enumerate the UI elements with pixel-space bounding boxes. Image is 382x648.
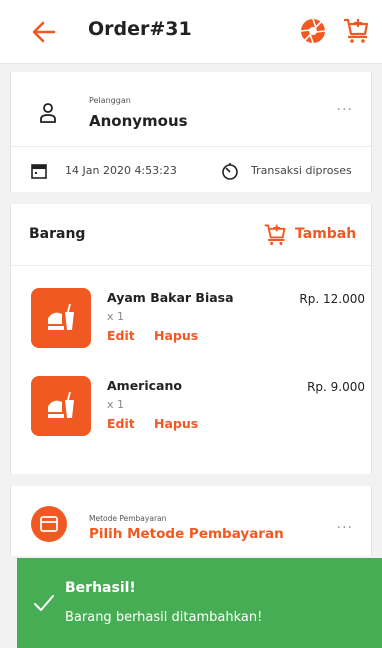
cart-add-icon[interactable] (342, 16, 370, 44)
order-item: Ayam Bakar Biasa x 1 Edit Hapus Rp. 12.0… (11, 288, 371, 358)
item-name: Ayam Bakar Biasa (107, 290, 234, 305)
page-title: Order#31 (88, 18, 192, 40)
payment-card-icon (31, 506, 67, 542)
customer-name: Anonymous (89, 112, 188, 130)
customer-card: Pelanggan Anonymous ... 14 Jan 2020 4:53… (10, 72, 372, 192)
customer-more-button[interactable]: ... (337, 98, 353, 114)
person-icon (40, 103, 56, 123)
calendar-icon (31, 164, 47, 179)
delete-item-button[interactable]: Hapus (154, 328, 198, 343)
item-price: Rp. 12.000 (299, 292, 365, 306)
top-bar: Order#31 (0, 0, 382, 64)
item-price: Rp. 9.000 (307, 380, 365, 394)
cart-add-icon (264, 224, 286, 245)
edit-item-button[interactable]: Edit (107, 416, 135, 431)
aperture-icon[interactable] (300, 18, 326, 44)
items-card: Barang Tambah Ayam Bakar Biasa x 1 Edit … (10, 204, 372, 474)
payment-more-button[interactable]: ... (337, 516, 353, 532)
order-status: Transaksi diproses (251, 164, 352, 177)
items-header: Barang Tambah (11, 204, 371, 266)
item-name: Americano (107, 378, 182, 393)
payment-method-card[interactable]: Metode Pembayaran Pilih Metode Pembayara… (10, 486, 372, 556)
order-item: Americano x 1 Edit Hapus Rp. 9.000 (11, 376, 371, 446)
success-toast: Berhasil! Barang berhasil ditambahkan! (17, 558, 382, 648)
food-icon (31, 376, 91, 436)
toast-title: Berhasil! (65, 580, 136, 596)
toast-message: Barang berhasil ditambahkan! (65, 610, 263, 625)
add-item-button[interactable]: Tambah (263, 218, 356, 250)
payment-method-select[interactable]: Pilih Metode Pembayaran (89, 526, 284, 542)
add-item-label: Tambah (295, 226, 357, 242)
items-title: Barang (29, 226, 86, 242)
payment-method-label: Metode Pembayaran (89, 514, 167, 523)
timer-icon (222, 163, 238, 180)
customer-label: Pelanggan (89, 96, 131, 105)
edit-item-button[interactable]: Edit (107, 328, 135, 343)
food-icon (31, 288, 91, 348)
back-arrow-icon[interactable] (30, 18, 58, 46)
divider (11, 146, 371, 147)
delete-item-button[interactable]: Hapus (154, 416, 198, 431)
check-icon (34, 595, 54, 611)
order-date: 14 Jan 2020 4:53:23 (65, 164, 177, 177)
item-qty: x 1 (107, 310, 125, 323)
item-qty: x 1 (107, 398, 125, 411)
